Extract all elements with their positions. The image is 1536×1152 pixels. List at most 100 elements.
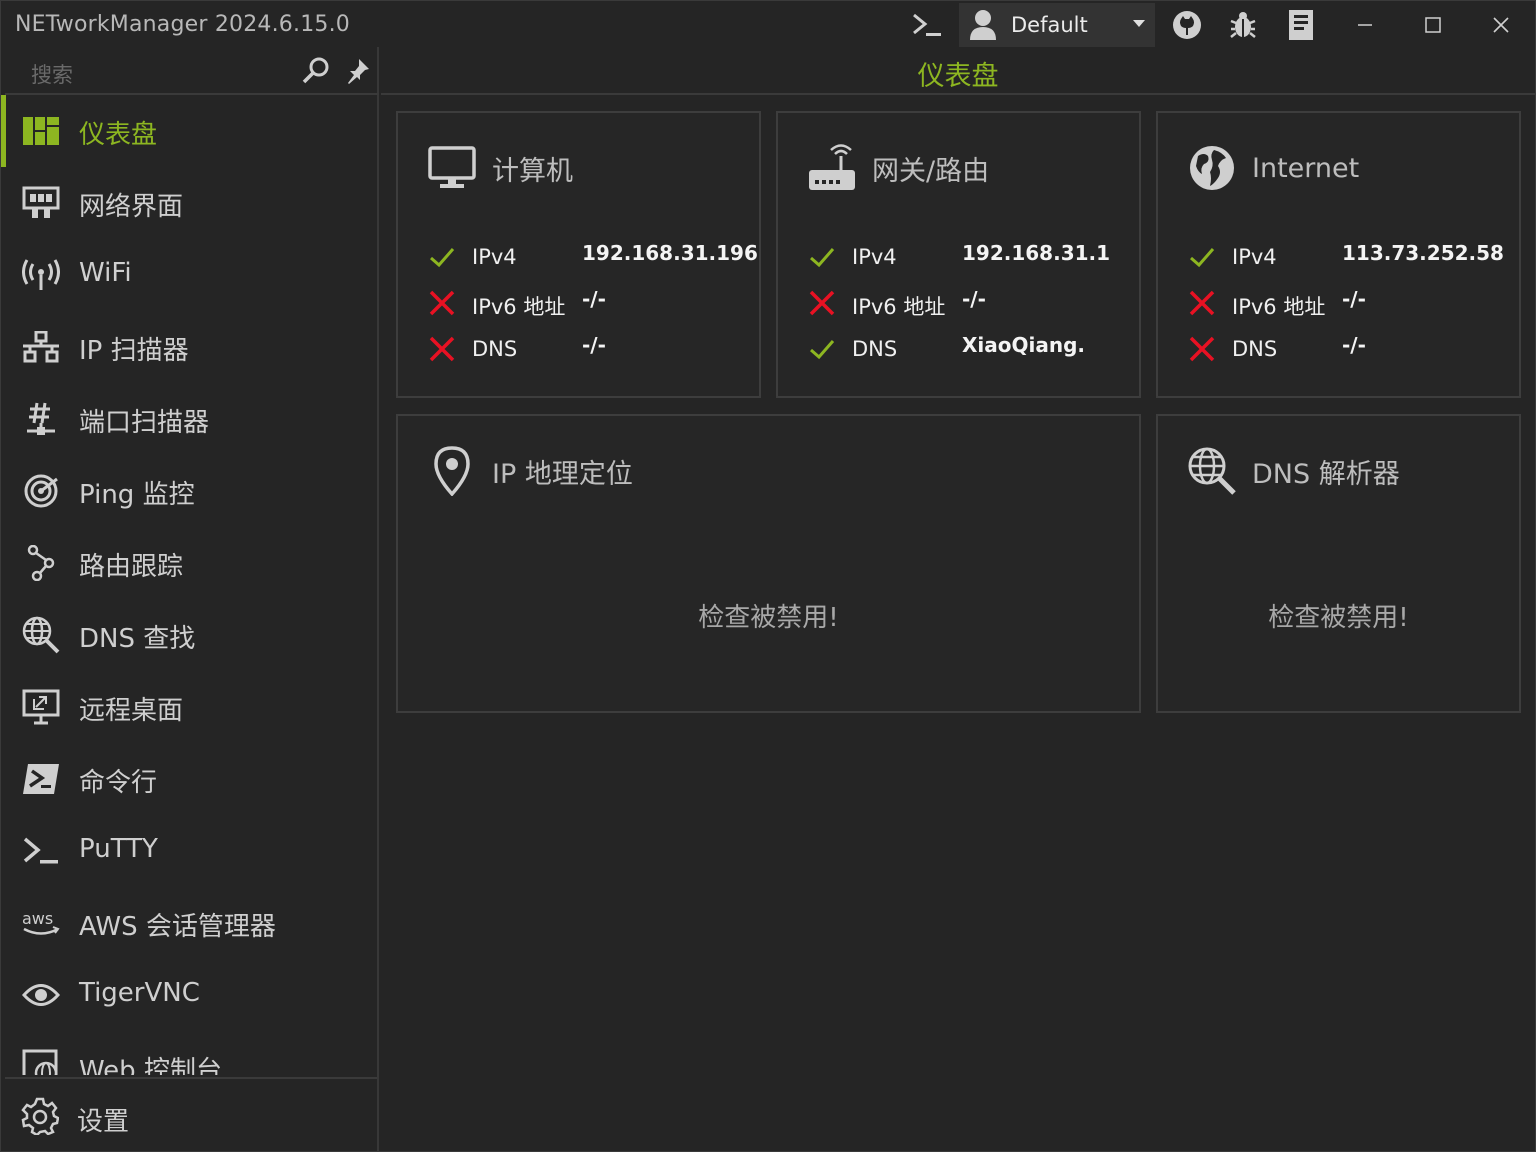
error-x-icon [809, 290, 835, 316]
card-header: DNS 解析器 [1186, 446, 1400, 496]
eye-icon [21, 977, 61, 1013]
sidebar-item-label: 端口扫描器 [79, 408, 210, 438]
card-title: 网关/路由 [872, 155, 990, 187]
sidebar-item-ping-monitor[interactable]: Ping 监控 [1, 455, 377, 527]
minimize-button[interactable] [1331, 1, 1399, 49]
status-row-ipv6: IPv6 地址 -/- [1188, 283, 1518, 323]
row-value: 192.168.31.1 [962, 241, 1111, 265]
sidebar-item-label: WiFi [79, 258, 132, 288]
search-bar[interactable]: 搜索 [5, 47, 379, 95]
check-disabled-message: 检查被禁用! [698, 603, 839, 633]
check-icon [1190, 248, 1215, 268]
ip-scanner-icon [21, 329, 61, 365]
card-title: DNS 解析器 [1252, 458, 1400, 490]
profile-name: Default [1011, 13, 1088, 37]
sidebar-item-web-console[interactable]: Web 控制台 [1, 1031, 377, 1075]
sidebar-item-label: AWS 会话管理器 [79, 912, 276, 942]
web-console-icon [21, 1049, 61, 1075]
status-row-dns: DNS -/- [1188, 329, 1518, 369]
row-label: IPv4 [472, 245, 517, 269]
sidebar-item-label: IP 扫描器 [79, 336, 189, 366]
terminal-icon[interactable] [907, 7, 947, 43]
close-button[interactable] [1467, 1, 1535, 49]
sidebar-item-tigervnc[interactable]: TigerVNC [1, 959, 377, 1031]
sidebar-item-traceroute[interactable]: 路由跟踪 [1, 527, 377, 599]
sidebar-item-dns-lookup[interactable]: DNS 查找 [1, 599, 377, 671]
ping-monitor-icon [21, 473, 61, 509]
profile-selector[interactable]: Default [959, 3, 1155, 47]
sidebar: 搜索 仪表盘 网络界面 WiFi IP 扫描器 端口扫描器 Ping 监控 路由… [1, 47, 379, 1151]
error-x-icon [1189, 336, 1215, 362]
ip-geolocation-card: IP 地理定位 检查被禁用! [396, 414, 1141, 713]
card-header: 网关/路由 [806, 143, 989, 193]
search-input[interactable]: 搜索 [31, 59, 73, 89]
powershell-icon [21, 761, 61, 797]
sidebar-item-label: 网络界面 [79, 192, 184, 222]
card-title: Internet [1252, 152, 1360, 184]
sidebar-item-label: Ping 监控 [79, 480, 195, 510]
row-value: XiaoQiang. [962, 333, 1086, 357]
row-value: 113.73.252.58 [1342, 241, 1504, 265]
internet-card: Internet IPv4 113.73.252.58 IPv6 地址 -/- … [1156, 111, 1521, 398]
sidebar-item-label: 仪表盘 [79, 120, 158, 150]
pin-icon[interactable] [345, 57, 371, 85]
monitor-icon [426, 143, 478, 193]
card-title: IP 地理定位 [492, 458, 633, 490]
page-title: 仪表盘 [381, 47, 1535, 95]
status-row-ipv6: IPv6 地址 -/- [808, 283, 1138, 323]
status-row-dns: DNS XiaoQiang. [808, 329, 1138, 369]
sidebar-item-powershell[interactable]: 命令行 [1, 743, 377, 815]
sidebar-item-label: 命令行 [79, 768, 158, 798]
dns-lookup-icon [1186, 446, 1238, 496]
sidebar-item-aws-session-manager[interactable]: aws AWS 会话管理器 [1, 887, 377, 959]
document-icon[interactable] [1281, 7, 1321, 43]
row-label: DNS [472, 337, 518, 361]
status-row-ipv4: IPv4 192.168.31.1 [808, 237, 1138, 277]
card-header: 计算机 [426, 143, 573, 193]
sidebar-item-ip-scanner[interactable]: IP 扫描器 [1, 311, 377, 383]
settings-button[interactable]: 设置 [5, 1077, 377, 1151]
row-value: -/- [1342, 287, 1366, 311]
card-title: 计算机 [492, 155, 573, 187]
gear-icon [21, 1097, 59, 1135]
nav-list: 仪表盘 网络界面 WiFi IP 扫描器 端口扫描器 Ping 监控 路由跟踪 … [1, 95, 377, 1075]
row-label: IPv4 [852, 245, 897, 269]
sidebar-item-wifi[interactable]: WiFi [1, 239, 377, 311]
sidebar-item-remote-desktop[interactable]: 远程桌面 [1, 671, 377, 743]
check-icon [810, 340, 835, 360]
search-icon[interactable] [301, 56, 331, 86]
svg-text:aws: aws [22, 909, 53, 928]
map-marker-icon [426, 446, 478, 496]
maximize-button[interactable] [1399, 1, 1467, 49]
row-value: -/- [582, 333, 606, 357]
sidebar-item-port-scanner[interactable]: 端口扫描器 [1, 383, 377, 455]
globe-icon [1186, 143, 1238, 193]
close-icon [1493, 17, 1509, 33]
row-value: -/- [962, 287, 986, 311]
bug-icon[interactable] [1223, 7, 1263, 43]
status-row-ipv6: IPv6 地址 -/- [428, 283, 758, 323]
chevron-down-icon [1133, 20, 1145, 27]
computer-card: 计算机 IPv4 192.168.31.196 IPv6 地址 -/- DNS … [396, 111, 761, 398]
github-icon[interactable] [1167, 7, 1207, 43]
row-label: DNS [852, 337, 898, 361]
dashboard-icon [21, 113, 61, 149]
sidebar-item-putty[interactable]: PuTTY [1, 815, 377, 887]
sidebar-item-network-interface[interactable]: 网络界面 [1, 167, 377, 239]
title-bar: NETworkManager 2024.6.15.0 Default [1, 1, 1535, 49]
app-window: NETworkManager 2024.6.15.0 Default 搜索 仪表… [0, 0, 1536, 1152]
row-label: DNS [1232, 337, 1278, 361]
error-x-icon [429, 290, 455, 316]
check-disabled-message: 检查被禁用! [1268, 603, 1409, 633]
row-value: -/- [1342, 333, 1366, 357]
wifi-icon [21, 257, 61, 293]
gateway-card: 网关/路由 IPv4 192.168.31.1 IPv6 地址 -/- DNS … [776, 111, 1141, 398]
status-row-ipv4: IPv4 192.168.31.196 [428, 237, 758, 277]
sidebar-item-label: TigerVNC [79, 978, 200, 1008]
settings-label: 设置 [77, 1107, 130, 1137]
card-header: Internet [1186, 143, 1359, 193]
sidebar-item-dashboard[interactable]: 仪表盘 [1, 95, 377, 167]
row-label: IPv4 [1232, 245, 1277, 269]
status-row-dns: DNS -/- [428, 329, 758, 369]
port-scanner-icon [21, 401, 61, 437]
